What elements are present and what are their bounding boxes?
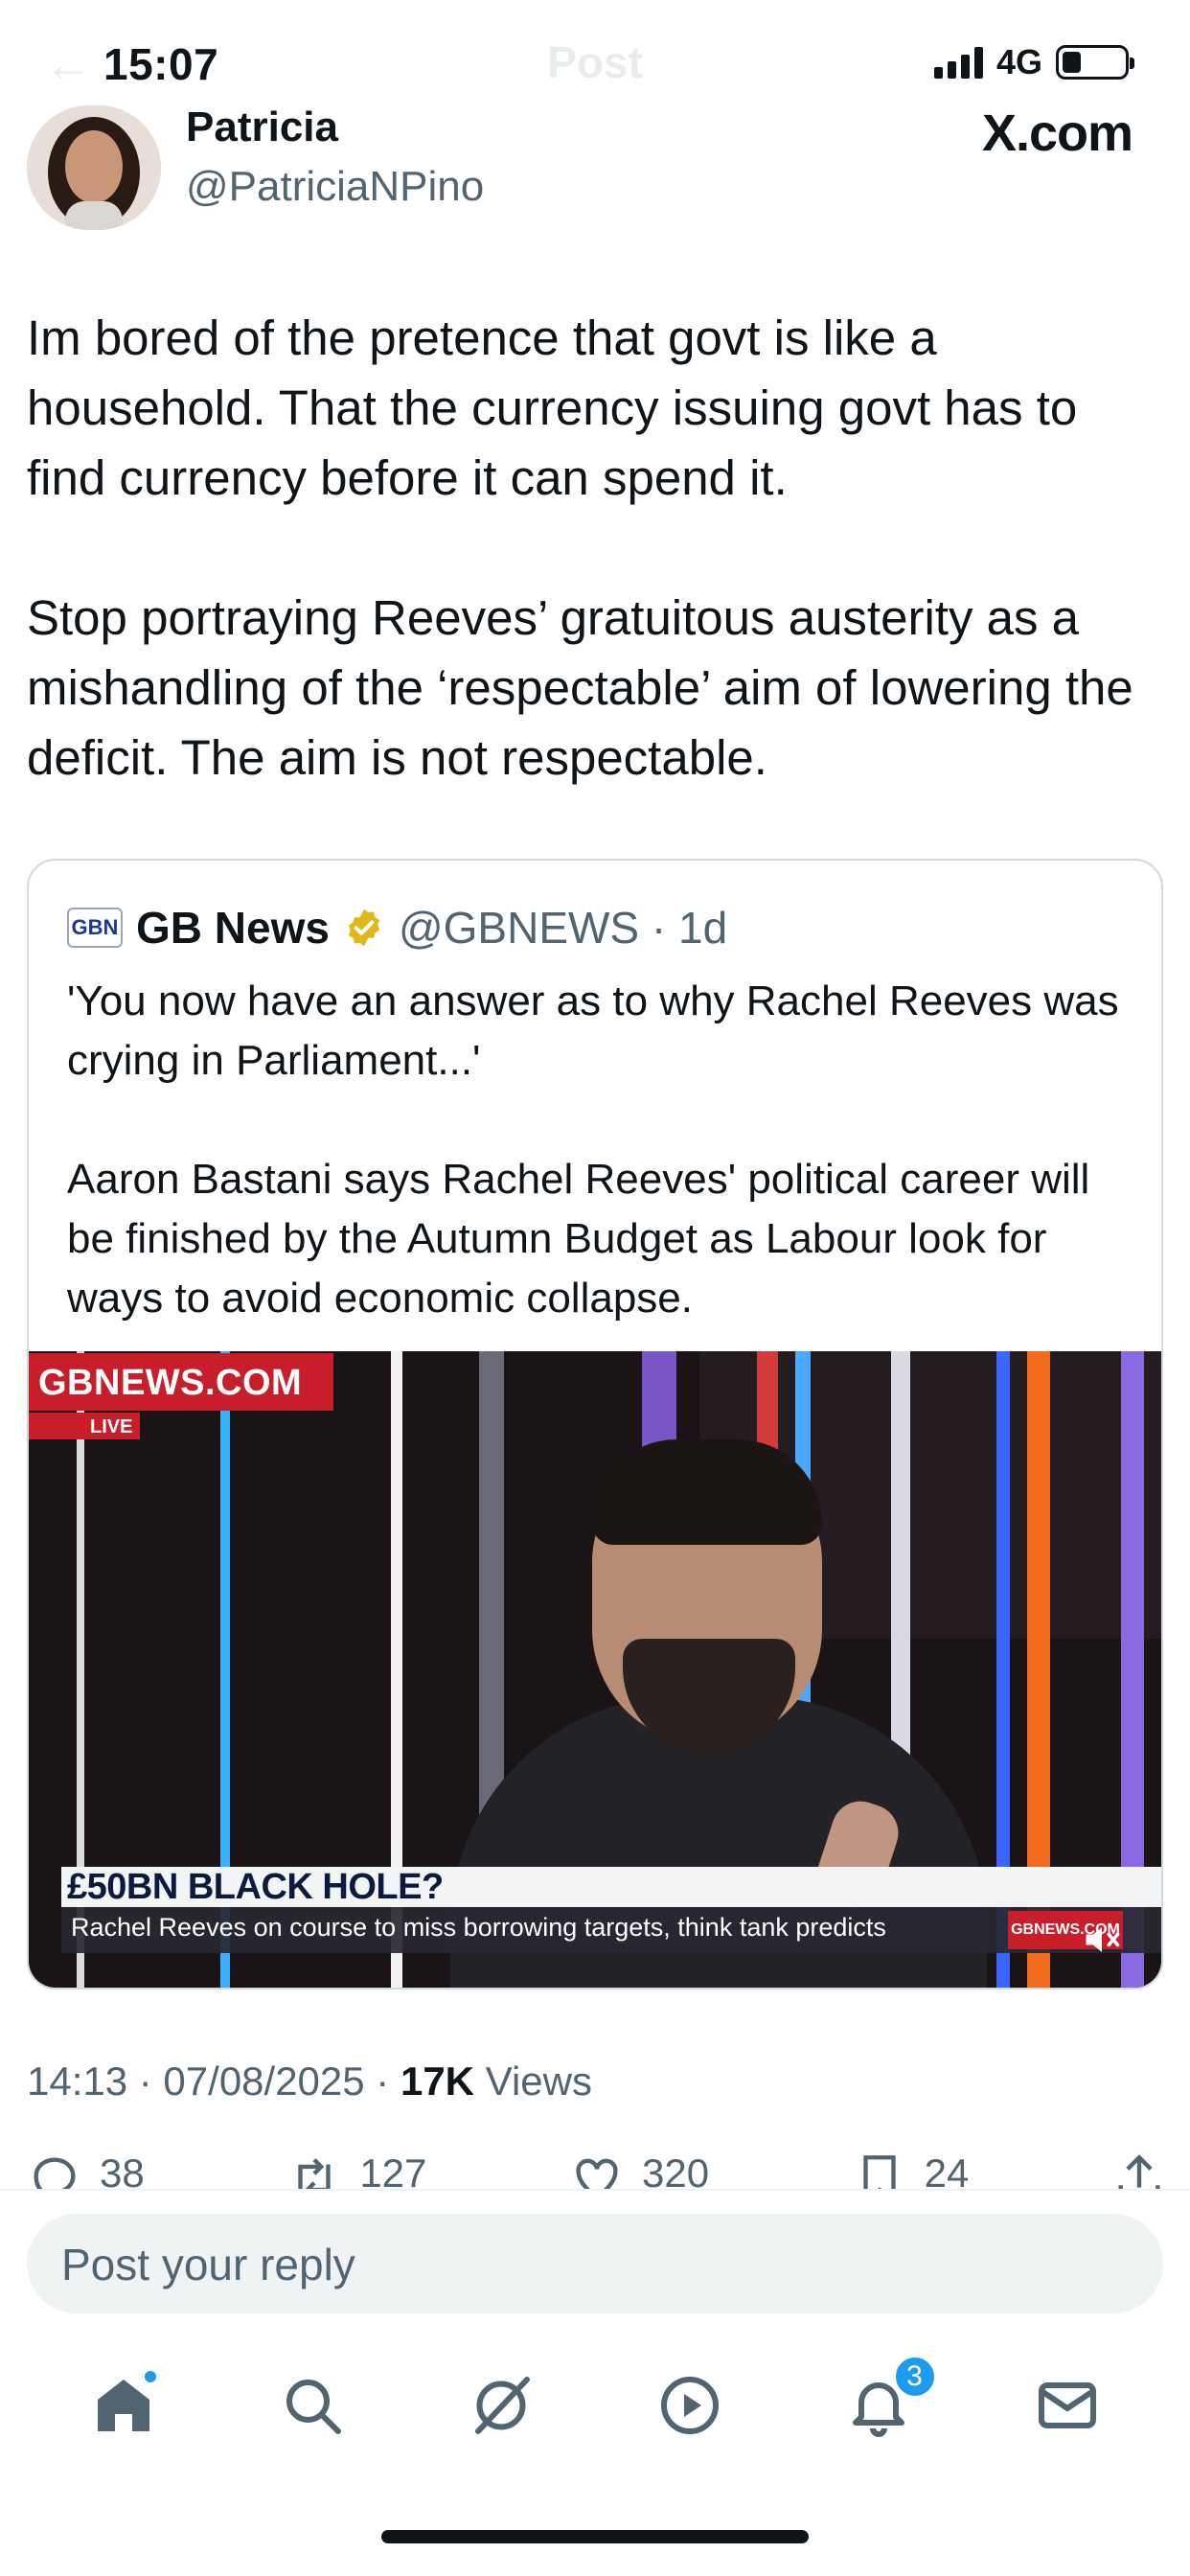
mail-icon: [1038, 2382, 1096, 2428]
like-count: 320: [641, 2150, 710, 2189]
signal-icon: [933, 46, 983, 79]
tab-notifications[interactable]: 3: [837, 2355, 937, 2447]
tab-search[interactable]: [271, 2364, 354, 2447]
views-count: 17K: [400, 2058, 475, 2104]
quoted-author-name: GB News: [136, 903, 330, 953]
bottom-tab-bar: 3: [0, 2338, 1190, 2472]
quoted-paragraph: 'You now have an answer as to why Rachel…: [67, 978, 1119, 1084]
post-text: Im bored of the pretence that govt is li…: [27, 303, 1167, 793]
channel-bug: GBNEWS.COM: [29, 1353, 333, 1411]
quoted-post-header: GBN GB News @GBNEWS · 1d: [67, 899, 727, 956]
mute-icon[interactable]: [1081, 1919, 1123, 1961]
reply-icon: [34, 2157, 76, 2189]
quoted-text: 'You now have an answer as to why Rachel…: [67, 972, 1131, 1328]
post-timestamp: 14:13 · 07/08/2025 ·: [27, 2058, 400, 2104]
author-handle[interactable]: @PatriciaNPino: [186, 163, 484, 211]
tab-home[interactable]: [82, 2364, 165, 2447]
like-button[interactable]: 320: [569, 2150, 709, 2189]
share-button[interactable]: [1111, 2150, 1167, 2189]
gb-news-logo: GBN: [67, 908, 123, 948]
home-notification-dot: [141, 2368, 159, 2385]
reply-button[interactable]: 38: [27, 2150, 145, 2189]
grok-icon: [474, 2377, 530, 2434]
live-tag: LIVE: [90, 1416, 133, 1438]
home-indicator[interactable]: [381, 2530, 809, 2543]
network-type: 4G: [995, 42, 1042, 81]
video-player[interactable]: GBNEWS.COM LIVE £50BN BLACK HOLE? Rachel…: [29, 1351, 1161, 1988]
reply-placeholder: Post your reply: [61, 2240, 355, 2289]
tab-video[interactable]: [649, 2364, 731, 2447]
quoted-post[interactable]: GBN GB News @GBNEWS · 1d 'You now have a…: [27, 859, 1163, 1990]
share-icon: [1118, 2154, 1160, 2189]
search-icon: [286, 2380, 341, 2434]
x-com-logo: X.com: [981, 104, 1133, 162]
notifications-badge: 3: [892, 2355, 937, 2399]
author-name[interactable]: Patricia: [186, 104, 338, 151]
bookmark-icon: [862, 2155, 896, 2189]
post-paragraph: Im bored of the pretence that govt is li…: [27, 310, 1078, 505]
verified-badge-icon: [348, 908, 380, 947]
avatar-photo: [27, 105, 161, 230]
play-icon: [660, 2377, 719, 2434]
post-paragraph: Stop portraying Reeves’ gratuitous auste…: [27, 590, 1133, 785]
bookmark-button[interactable]: 24: [852, 2150, 970, 2189]
status-indicators: 4G: [933, 42, 1134, 82]
tab-messages[interactable]: [1026, 2364, 1109, 2447]
reply-count: 38: [100, 2150, 145, 2189]
bookmark-count: 24: [924, 2150, 970, 2189]
battery-icon: [1056, 45, 1134, 80]
battery-fill: [1063, 52, 1081, 73]
video-ticker: Rachel Reeves on course to miss borrowin…: [71, 1913, 886, 1942]
repost-button[interactable]: 127: [286, 2150, 426, 2189]
post-meta: 14:13 · 07/08/2025 · 17K Views: [27, 2058, 592, 2104]
avatar[interactable]: [27, 105, 161, 230]
heart-icon: [576, 2158, 618, 2189]
repost-icon: [298, 2158, 331, 2189]
presenter-hair: [592, 1439, 822, 1545]
status-time: 15:07: [103, 39, 219, 89]
repost-count: 127: [359, 2150, 427, 2189]
action-bar: 38 127 320 24: [27, 2150, 1167, 2189]
video-headline: £50BN BLACK HOLE?: [67, 1867, 444, 1907]
tab-grok[interactable]: [460, 2364, 542, 2447]
views-label: Views: [474, 2058, 592, 2104]
quoted-handle: @GBNEWS · 1d: [398, 903, 728, 953]
quoted-paragraph: Aaron Bastani says Rachel Reeves' politi…: [67, 1156, 1090, 1322]
